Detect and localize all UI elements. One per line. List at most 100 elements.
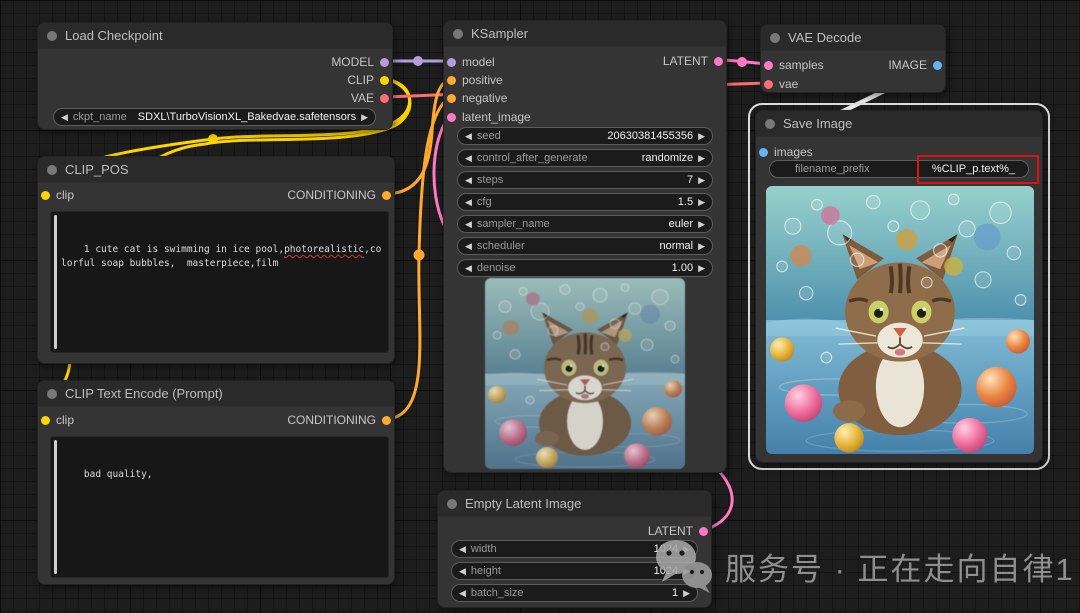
right-arrow-icon[interactable] (698, 196, 705, 208)
port-label: images (774, 145, 813, 159)
cfg-widget[interactable]: cfg 1.5 (457, 193, 713, 211)
textarea-scrollbar[interactable] (54, 215, 57, 349)
node-titlebar[interactable]: CLIP_POS (38, 157, 394, 183)
left-arrow-icon[interactable] (465, 174, 472, 186)
reroute-dot-clip[interactable] (208, 134, 218, 144)
node-title: VAE Decode (788, 30, 862, 45)
clip-input-port[interactable] (41, 190, 50, 200)
model-output-port[interactable] (380, 57, 389, 67)
right-arrow-icon[interactable] (698, 174, 705, 186)
right-arrow-icon[interactable] (698, 152, 705, 164)
right-arrow-icon[interactable] (698, 218, 705, 230)
left-arrow-icon[interactable] (465, 262, 472, 274)
collapse-dot[interactable] (770, 32, 780, 43)
port-label: CONDITIONING (287, 188, 376, 202)
negative-input-port[interactable] (447, 93, 456, 103)
left-arrow-icon[interactable] (459, 543, 466, 555)
widget-value: normal (659, 240, 694, 252)
left-arrow-icon[interactable] (465, 196, 472, 208)
clip-output-port[interactable] (380, 75, 389, 85)
node-titlebar[interactable]: Load Checkpoint (38, 23, 392, 49)
node-clip-text-encode[interactable]: CLIP Text Encode (Prompt) clip CONDITION… (37, 380, 395, 585)
node-load-checkpoint[interactable]: Load Checkpoint MODEL CLIP VAE ckpt_name… (37, 22, 393, 130)
latent-output-port[interactable] (714, 56, 723, 66)
ckpt-name-widget[interactable]: ckpt_name SDXL\TurboVisionXL_Bakedvae.sa… (53, 108, 376, 126)
left-arrow-icon[interactable] (465, 218, 472, 230)
sampler-name-widget[interactable]: sampler_name euler (457, 215, 713, 233)
node-titlebar[interactable]: Save Image (756, 111, 1042, 137)
denoise-widget[interactable]: denoise 1.00 (457, 259, 713, 277)
widget-name: height (470, 565, 501, 577)
widget-name: seed (476, 130, 501, 142)
node-titlebar[interactable]: CLIP Text Encode (Prompt) (38, 381, 394, 407)
positive-prompt-textarea[interactable]: 1 cute cat is swimming in ice pool,photo… (50, 211, 389, 353)
widget-name: sampler_name (476, 218, 550, 230)
right-arrow-icon[interactable] (698, 130, 705, 142)
left-arrow-icon[interactable] (459, 565, 466, 577)
latent-output-port[interactable] (699, 526, 708, 536)
node-titlebar[interactable]: KSampler (444, 21, 726, 47)
image-output-port[interactable] (933, 60, 942, 70)
collapse-dot[interactable] (453, 28, 463, 39)
collapse-dot[interactable] (47, 388, 57, 399)
images-input-port[interactable] (759, 147, 768, 157)
port-label: model (462, 55, 495, 69)
left-arrow-icon[interactable] (459, 587, 466, 599)
node-title: CLIP_POS (65, 162, 129, 177)
left-arrow-icon[interactable] (61, 111, 68, 123)
reroute-dot-latent[interactable] (737, 57, 747, 67)
node-ksampler[interactable]: KSampler model positive negative latent_… (443, 20, 727, 473)
right-arrow-icon[interactable] (698, 240, 705, 252)
collapse-dot[interactable] (47, 164, 57, 175)
node-vae-decode[interactable]: VAE Decode samples vae IMAGE (760, 24, 946, 93)
right-arrow-icon[interactable] (361, 111, 368, 123)
seed-widget[interactable]: seed 20630381455356 (457, 127, 713, 145)
positive-input-port[interactable] (447, 75, 456, 85)
widget-value: 1.5 (677, 196, 694, 208)
node-clip-pos[interactable]: CLIP_POS clip CONDITIONING 1 cute cat is… (37, 156, 395, 364)
negative-prompt-textarea[interactable]: bad quality, (50, 436, 389, 578)
left-arrow-icon[interactable] (465, 152, 472, 164)
latent-image-input-port[interactable] (447, 112, 456, 122)
widget-value: euler (668, 218, 694, 230)
control-after-generate-widget[interactable]: control_after_generate randomize (457, 149, 713, 167)
scheduler-widget[interactable]: scheduler normal (457, 237, 713, 255)
reroute-dot-model[interactable] (413, 56, 423, 66)
collapse-dot[interactable] (765, 118, 775, 129)
node-title: KSampler (471, 26, 529, 41)
port-label: CLIP (347, 73, 374, 87)
vae-output-port[interactable] (380, 93, 389, 103)
widget-value: 7 (686, 174, 694, 186)
model-input-port[interactable] (447, 57, 456, 67)
vae-input-port[interactable] (764, 79, 773, 89)
steps-widget[interactable]: steps 7 (457, 171, 713, 189)
wechat-icon (656, 540, 712, 593)
textarea-scrollbar[interactable] (54, 440, 57, 574)
clip-input-port[interactable] (41, 415, 50, 425)
node-title: CLIP Text Encode (Prompt) (65, 386, 223, 401)
node-titlebar[interactable]: VAE Decode (761, 25, 945, 51)
node-title: Save Image (783, 116, 853, 131)
conditioning-output-port[interactable] (382, 190, 391, 200)
widget-name: filename_prefix (795, 163, 870, 175)
node-titlebar[interactable]: Empty Latent Image (438, 491, 711, 517)
node-graph-canvas[interactable]: { "watermark": { "text": "服务号 · 正在走向自律1"… (0, 0, 1080, 613)
conditioning-output-port[interactable] (382, 415, 391, 425)
port-label: IMAGE (888, 58, 927, 72)
port-label: MODEL (331, 55, 374, 69)
widget-value: randomize (641, 152, 694, 164)
watermark: 服务号 · 正在走向自律1 (653, 537, 1075, 595)
left-arrow-icon[interactable] (465, 130, 472, 142)
collapse-dot[interactable] (447, 498, 457, 509)
prompt-text: 1 cute cat is swimming in ice pool, (83, 244, 285, 255)
node-title: Empty Latent Image (465, 496, 582, 511)
widget-name: batch_size (470, 587, 524, 599)
reroute-dot-conditioning[interactable] (413, 249, 425, 261)
port-label: samples (779, 58, 824, 72)
port-label: positive (462, 73, 503, 87)
node-save-image[interactable]: Save Image images filename_prefix %CLIP_… (755, 110, 1043, 463)
collapse-dot[interactable] (47, 30, 57, 41)
left-arrow-icon[interactable] (465, 240, 472, 252)
samples-input-port[interactable] (764, 60, 773, 70)
right-arrow-icon[interactable] (698, 262, 705, 274)
